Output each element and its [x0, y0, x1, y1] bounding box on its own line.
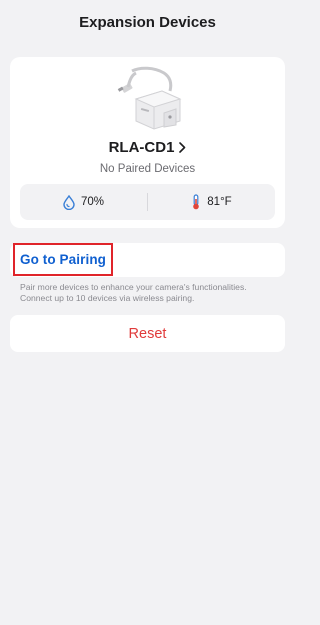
- device-status: No Paired Devices: [99, 163, 196, 175]
- header: Expansion Devices: [0, 0, 295, 48]
- chevron-right-icon: [179, 142, 186, 153]
- device-card: RLA-CD1 No Paired Devices 70% 81°F: [10, 57, 285, 228]
- reset-label: Reset: [128, 325, 167, 342]
- go-to-pairing-button[interactable]: Go to Pairing: [13, 243, 113, 276]
- temperature-value: 81°F: [207, 196, 232, 208]
- temperature-stat: 81°F: [148, 194, 275, 210]
- page-title: Expansion Devices: [79, 14, 216, 31]
- go-to-pairing-label: Go to Pairing: [19, 252, 107, 267]
- pairing-card: Go to Pairing: [10, 243, 285, 277]
- humidity-value: 70%: [80, 196, 105, 208]
- sensor-stats: 70% 81°F: [20, 184, 275, 220]
- humidity-stat: 70%: [20, 194, 147, 210]
- device-name-link[interactable]: RLA-CD1: [10, 139, 285, 156]
- water-drop-icon: [63, 194, 75, 210]
- reset-button[interactable]: Reset: [10, 315, 285, 352]
- device-name: RLA-CD1: [108, 139, 175, 156]
- sensor-device-image: [117, 66, 182, 130]
- pairing-hint: Pair more devices to enhance your camera…: [20, 282, 247, 303]
- thermometer-icon: [193, 194, 200, 210]
